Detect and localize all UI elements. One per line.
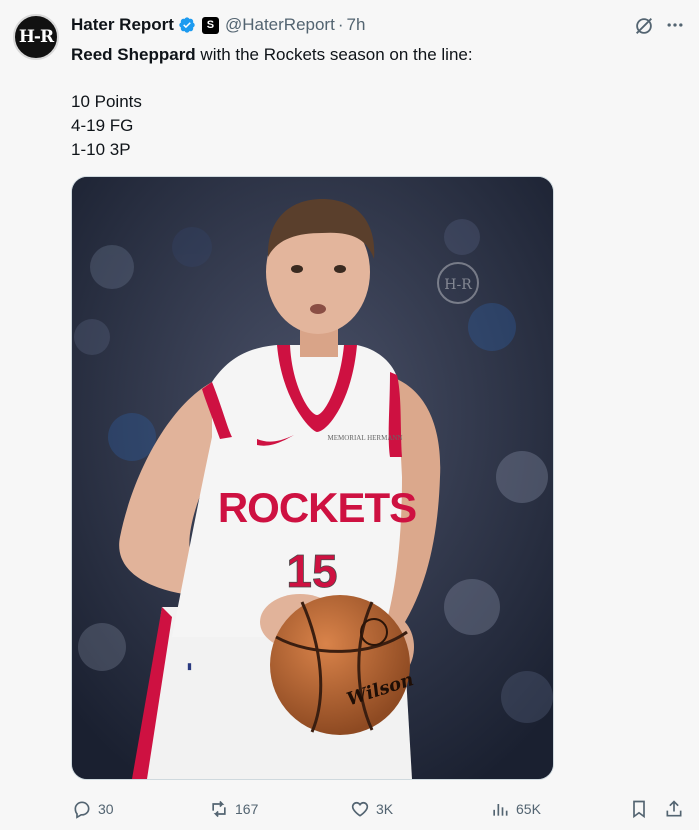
jersey-team-text: ROCKETS (218, 484, 416, 531)
tweet-text: Reed Sheppard with the Rockets season on… (71, 43, 671, 162)
reply-count: 30 (98, 801, 114, 817)
author-name[interactable]: Hater Report (71, 15, 174, 35)
share-button[interactable] (664, 796, 684, 822)
like-icon (351, 801, 369, 817)
repost-count: 167 (235, 801, 259, 817)
stat-line: 1-10 3P (71, 140, 131, 159)
action-bar: 30 167 3K 65K (0, 796, 699, 822)
views-icon (493, 804, 508, 816)
tweet-header: Hater Report S @HaterReport · 7h (71, 14, 365, 36)
bookmark-button[interactable] (629, 796, 649, 822)
tweet-image[interactable]: H-R ROCKETS 15 MEMORIAL HERMANN Wilson ▮ (71, 176, 554, 780)
player-photo: H-R ROCKETS 15 MEMORIAL HERMANN Wilson ▮ (72, 177, 553, 779)
grok-icon[interactable] (633, 15, 655, 37)
like-button[interactable]: 3K (350, 796, 393, 822)
bookmark-icon (633, 800, 645, 819)
views-button[interactable]: 65K (490, 796, 541, 822)
tweet-headline: Reed Sheppard with the Rockets season on… (71, 43, 671, 67)
sponsor-patch: MEMORIAL HERMANN (328, 434, 403, 442)
watermark: H-R (444, 277, 472, 293)
repost-button[interactable]: 167 (209, 796, 258, 822)
tweet-time[interactable]: 7h (347, 15, 366, 35)
stat-lines: 10 Points 4-19 FG 1-10 3P (71, 90, 671, 162)
views-count: 65K (516, 801, 541, 817)
author-handle[interactable]: @HaterReport (225, 15, 335, 35)
jersey-number-text: 15 (286, 545, 337, 597)
stat-line: 10 Points (71, 92, 142, 111)
nba-logo: ▮ (187, 661, 192, 671)
verified-icon[interactable] (178, 16, 196, 34)
reply-button[interactable]: 30 (72, 796, 114, 822)
player-name: Reed Sheppard (71, 45, 196, 64)
affiliate-badge[interactable]: S (201, 16, 219, 34)
separator-dot: · (337, 15, 344, 34)
reply-icon (74, 801, 90, 819)
repost-icon (212, 800, 226, 818)
share-icon (666, 800, 682, 817)
tweet-text-rest: with the Rockets season on the line: (195, 45, 473, 64)
like-count: 3K (376, 801, 394, 817)
more-icon[interactable] (665, 15, 685, 35)
stat-line: 4-19 FG (71, 116, 134, 135)
avatar[interactable]: H-R (13, 14, 59, 60)
avatar-text: H-R (18, 27, 54, 47)
